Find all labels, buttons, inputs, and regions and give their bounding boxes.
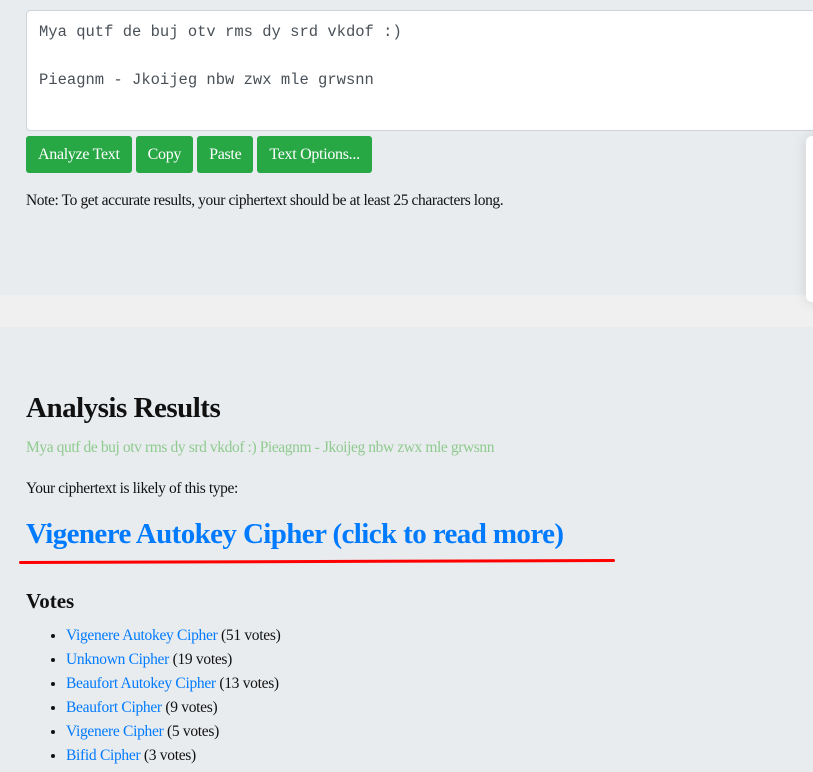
ciphertext-input[interactable]: Mya qutf de buj otv rms dy srd vkdof :) … [26,10,813,131]
vote-count: (3 votes) [143,747,196,764]
red-underline-annotation [18,558,616,565]
list-item: Bifid Cipher (3 votes) [66,744,280,768]
section-divider [0,295,813,327]
vote-link[interactable]: Bifid Cipher [66,747,141,764]
results-title: Analysis Results [26,392,221,424]
top-result-link[interactable]: Vigenere Autokey Cipher (click to read m… [26,518,564,551]
vote-count: (51 votes) [221,627,281,644]
text-options-button[interactable]: Text Options... [257,136,372,173]
analyze-text-button[interactable]: Analyze Text [26,136,132,173]
list-item: Unknown Cipher (19 votes) [66,648,280,672]
vote-count: (13 votes) [219,675,279,692]
copy-button[interactable]: Copy [135,136,194,173]
vote-link[interactable]: Vigenere Autokey Cipher [66,627,218,644]
list-item: Beaufort Autokey Cipher (13 votes) [66,672,280,696]
vote-link[interactable]: Vigenere Cipher [66,723,164,740]
list-item: Vigenere Cipher (5 votes) [66,720,280,744]
paste-button[interactable]: Paste [197,136,254,173]
side-panel [806,136,813,302]
likely-label: Your ciphertext is likely of this type: [26,480,238,497]
vote-count: (9 votes) [165,699,218,716]
votes-list: Vigenere Autokey Cipher (51 votes) Unkno… [26,624,281,768]
length-note: Note: To get accurate results, your ciph… [26,192,504,209]
vote-link[interactable]: Beaufort Autokey Cipher [66,675,216,692]
vote-count: (5 votes) [167,723,219,740]
votes-title: Votes [26,589,75,613]
list-item: Vigenere Autokey Cipher (51 votes) [66,624,281,648]
list-item: Beaufort Cipher (9 votes) [66,696,280,720]
vote-link[interactable]: Unknown Cipher [66,651,169,668]
ciphertext-echo: Mya qutf de buj otv rms dy srd vkdof :) … [26,439,495,456]
vote-count: (19 votes) [172,651,233,668]
button-bar: Analyze Text Copy Paste Text Options... [26,136,372,173]
vote-link[interactable]: Beaufort Cipher [66,699,162,716]
